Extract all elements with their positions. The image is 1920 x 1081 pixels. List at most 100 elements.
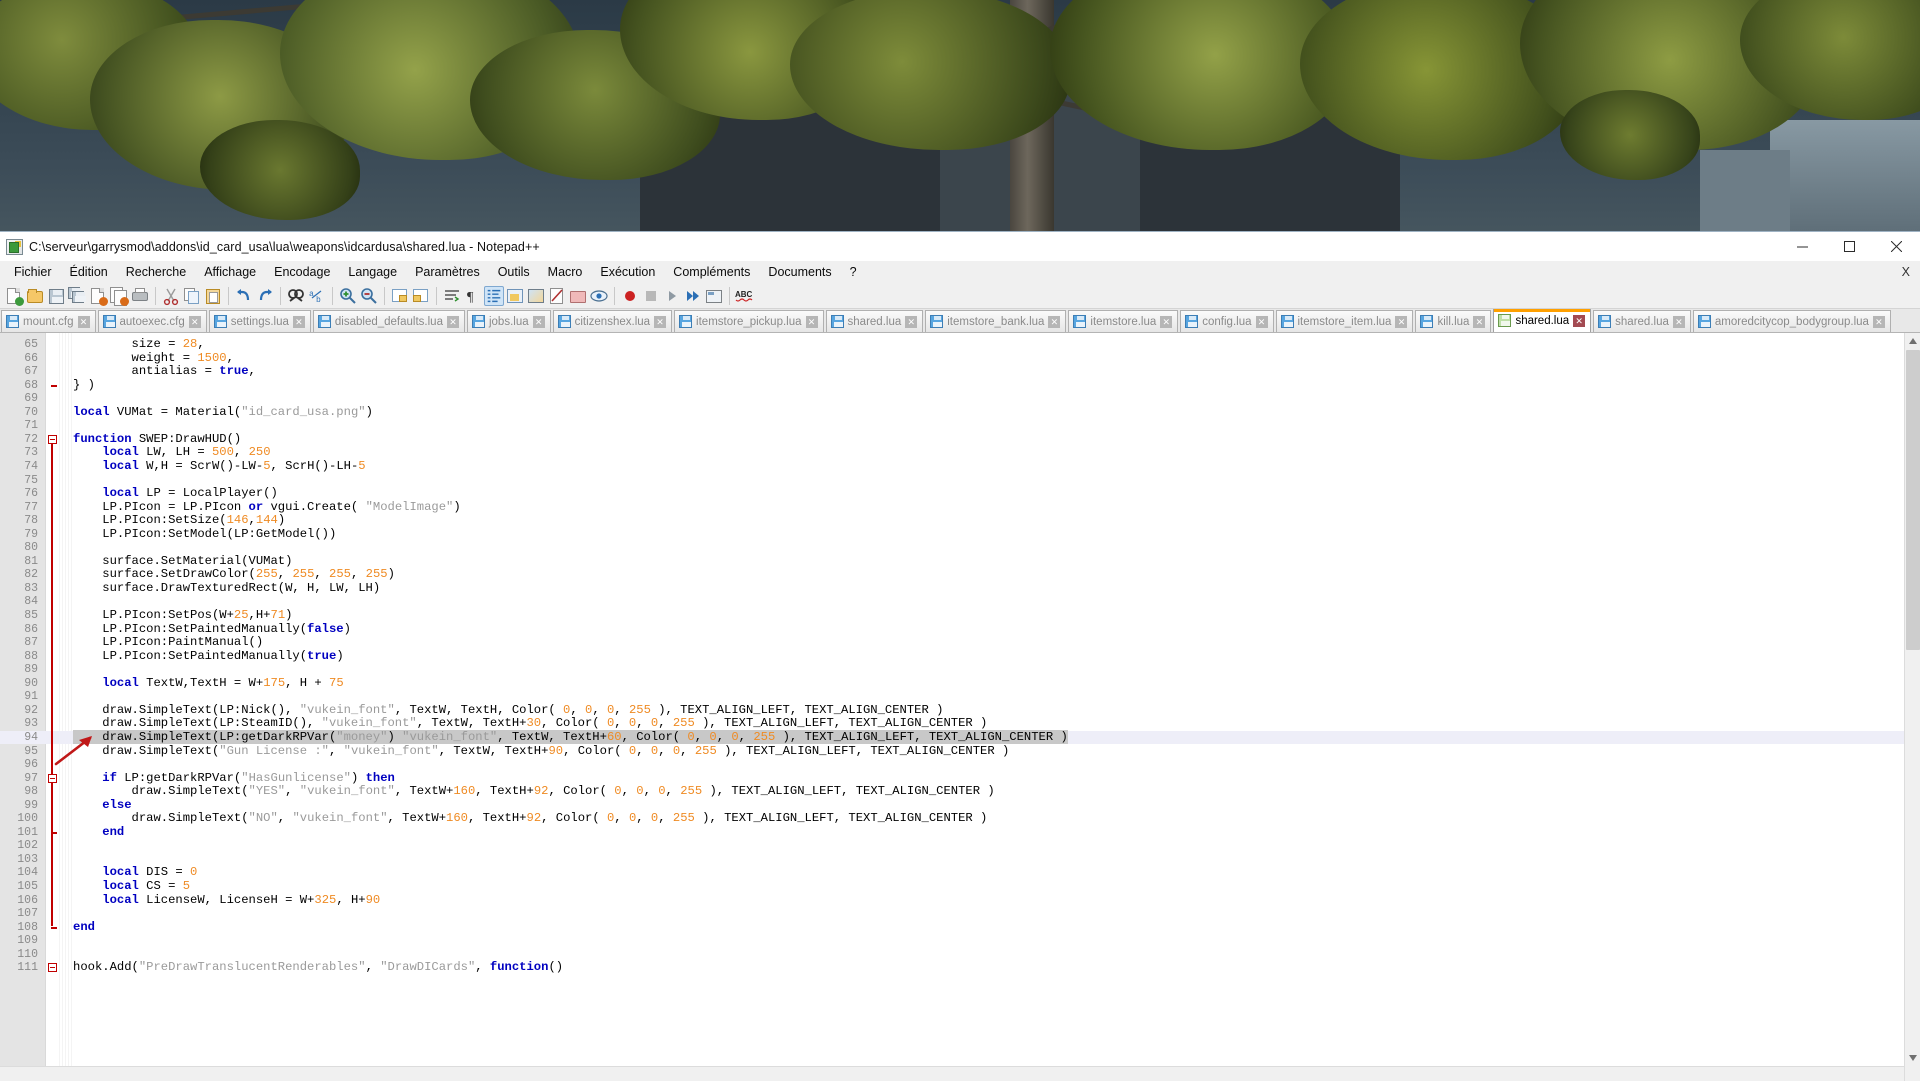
tab-close-icon[interactable]: ✕ xyxy=(77,315,90,328)
code-line-74[interactable]: 74 local W,H = ScrW()-LW-5, ScrH()-LH-5 xyxy=(0,459,1920,474)
code-line-89[interactable]: 89 xyxy=(0,663,1920,677)
code-line-73[interactable]: 73 local LW, LH = 500, 250 xyxy=(0,446,1920,460)
code-line-85[interactable]: 85 LP.PIcon:SetPos(W+25,H+71) xyxy=(0,608,1920,623)
code-line-97[interactable]: 97 if LP:getDarkRPVar("HasGunlicense") t… xyxy=(0,771,1920,786)
code-line-83[interactable]: 83 surface.DrawTexturedRect(W, H, LW, LH… xyxy=(0,581,1920,596)
tab-close-icon[interactable]: ✕ xyxy=(188,315,201,328)
code-line-94[interactable]: 94 draw.SimpleText(LP:getDarkRPVar("mone… xyxy=(0,729,1920,745)
code-line-82[interactable]: 82 surface.SetDrawColor(255, 255, 255, 2… xyxy=(0,568,1920,582)
code-line-109[interactable]: 109 xyxy=(0,934,1920,948)
fold-toggle-72[interactable] xyxy=(48,434,57,444)
code-line-86[interactable]: 86 LP.PIcon:SetPaintedManually(false) xyxy=(0,622,1920,637)
code-line-88[interactable]: 88 LP.PIcon:SetPaintedManually(true) xyxy=(0,649,1920,664)
code-line-108[interactable]: 108 end xyxy=(0,920,1920,935)
code-line-78[interactable]: 78 LP.PIcon:SetSize(146,144) xyxy=(0,513,1920,528)
code-line-95[interactable]: 95 draw.SimpleText("Gun License :", "vuk… xyxy=(0,744,1920,759)
close-button[interactable] xyxy=(1873,232,1920,261)
folder-as-workspace-icon[interactable] xyxy=(589,286,609,306)
user-defined-dialog-icon[interactable] xyxy=(505,286,525,306)
tab-kill-lua-12[interactable]: kill.lua ✕ xyxy=(1415,310,1492,332)
tab-close-icon[interactable]: ✕ xyxy=(654,315,667,328)
tab-close-icon[interactable]: ✕ xyxy=(1255,315,1268,328)
tab-close-icon[interactable]: ✕ xyxy=(292,315,305,328)
code-line-80[interactable]: 80 xyxy=(0,541,1920,555)
open-file-icon[interactable] xyxy=(25,286,45,306)
close-document-button[interactable]: X xyxy=(1902,265,1910,279)
vertical-scroll-thumb[interactable] xyxy=(1906,350,1920,650)
code-line-77[interactable]: 77 LP.PIcon = LP.PIcon or vgui.Create( "… xyxy=(0,500,1920,515)
menu-item-documents[interactable]: Documents xyxy=(759,263,840,281)
scroll-up-button[interactable] xyxy=(1905,333,1920,349)
code-line-68[interactable]: 68} ) xyxy=(0,378,1920,393)
save-macro-icon[interactable] xyxy=(704,286,724,306)
menu-item-affichage[interactable]: Affichage xyxy=(195,263,265,281)
minimize-button[interactable] xyxy=(1779,232,1826,261)
tab-citizenshex-lua-5[interactable]: citizenshex.lua ✕ xyxy=(552,310,673,332)
document-map-icon[interactable] xyxy=(547,286,567,306)
code-line-65[interactable]: 65 size = 28, xyxy=(0,337,1920,352)
tab-itemstore-bank-lua-8[interactable]: itemstore_bank.lua ✕ xyxy=(925,310,1067,332)
new-file-icon[interactable] xyxy=(4,286,24,306)
code-line-81[interactable]: 81 surface.SetMaterial(VUMat) xyxy=(0,554,1920,569)
tab-itemstore-lua-9[interactable]: itemstore.lua ✕ xyxy=(1068,310,1179,332)
tab-itemstore-pickup-lua-6[interactable]: itemstore_pickup.lua ✕ xyxy=(674,310,824,332)
code-lines[interactable]: 65 size = 28, 66 weight = 1500, 67 antiali… xyxy=(0,333,1920,1081)
menu-item-execution[interactable]: Exécution xyxy=(591,263,664,281)
record-macro-icon[interactable] xyxy=(620,286,640,306)
tab-close-icon[interactable]: ✕ xyxy=(532,315,545,328)
tab-amoredcitycop-bodygroup-lua-15[interactable]: amoredcitycop_bodygroup.lua ✕ xyxy=(1692,310,1891,332)
tab-mount-cfg-0[interactable]: mount.cfg ✕ xyxy=(1,310,96,332)
cut-icon[interactable] xyxy=(161,286,181,306)
sync-vertical-icon[interactable] xyxy=(390,286,410,306)
tab-close-icon[interactable]: ✕ xyxy=(1672,315,1685,328)
code-line-84[interactable]: 84 xyxy=(0,595,1920,609)
tab-close-icon[interactable]: ✕ xyxy=(1872,315,1885,328)
print-icon[interactable] xyxy=(130,286,150,306)
zoom-in-icon[interactable] xyxy=(338,286,358,306)
code-editor[interactable]: 65 size = 28, 66 weight = 1500, 67 antiali… xyxy=(0,333,1920,1081)
vertical-scrollbar[interactable] xyxy=(1904,333,1920,1081)
code-line-104[interactable]: 104 local DIS = 0 xyxy=(0,866,1920,880)
tab-close-icon[interactable]: ✕ xyxy=(905,315,918,328)
tab-close-icon[interactable]: ✕ xyxy=(1160,315,1173,328)
code-line-72[interactable]: 72 function SWEP:DrawHUD() xyxy=(0,432,1920,447)
code-line-91[interactable]: 91 xyxy=(0,690,1920,704)
fold-toggle-97[interactable] xyxy=(48,773,57,783)
code-line-103[interactable]: 103 xyxy=(0,853,1920,867)
code-line-70[interactable]: 70 local VUMat = Material("id_card_usa.pn… xyxy=(0,405,1920,420)
save-all-icon[interactable] xyxy=(67,286,87,306)
menu-item-help[interactable]: ? xyxy=(841,263,866,281)
code-line-92[interactable]: 92 draw.SimpleText(LP:Nick(), "vukein_fo… xyxy=(0,703,1920,718)
tab-close-icon[interactable]: ✕ xyxy=(1573,314,1586,327)
menu-item-recherche[interactable]: Recherche xyxy=(117,263,195,281)
menu-item-encodage[interactable]: Encodage xyxy=(265,263,339,281)
title-bar[interactable]: C:\serveur\garrysmod\addons\id_card_usa\… xyxy=(0,232,1920,261)
tab-shared-lua-14[interactable]: shared.lua ✕ xyxy=(1593,310,1691,332)
code-line-111[interactable]: 111 hook.Add("PreDrawTranslucentRenderabl… xyxy=(0,961,1920,975)
menu-item-fichier[interactable]: Fichier xyxy=(5,263,61,281)
show-all-chars-icon[interactable]: ¶ xyxy=(463,286,483,306)
close-all-icon[interactable] xyxy=(109,286,129,306)
word-wrap-icon[interactable] xyxy=(442,286,462,306)
menu-item-edition[interactable]: Édition xyxy=(61,263,117,281)
tab-shared-lua-7[interactable]: shared.lua ✕ xyxy=(825,310,924,332)
paste-icon[interactable] xyxy=(203,286,223,306)
tab-close-icon[interactable]: ✕ xyxy=(1473,315,1486,328)
tab-close-icon[interactable]: ✕ xyxy=(1048,315,1061,328)
code-line-102[interactable]: 102 xyxy=(0,839,1920,853)
code-line-71[interactable]: 71 xyxy=(0,419,1920,433)
code-line-75[interactable]: 75 xyxy=(0,474,1920,488)
tab-close-icon[interactable]: ✕ xyxy=(1395,315,1408,328)
tab-config-lua-10[interactable]: config.lua ✕ xyxy=(1180,310,1274,332)
code-line-105[interactable]: 105 local CS = 5 xyxy=(0,879,1920,894)
code-line-96[interactable]: 96 xyxy=(0,758,1920,772)
code-line-90[interactable]: 90 local TextW,TextH = W+175, H + 75 xyxy=(0,676,1920,691)
tab-close-icon[interactable]: ✕ xyxy=(805,315,818,328)
playback-macro-icon[interactable] xyxy=(662,286,682,306)
code-line-93[interactable]: 93 draw.SimpleText(LP:SteamID(), "vukein… xyxy=(0,717,1920,731)
tab-settings-lua-2[interactable]: settings.lua ✕ xyxy=(208,310,311,332)
code-line-110[interactable]: 110 xyxy=(0,948,1920,962)
code-line-79[interactable]: 79 LP.PIcon:SetModel(LP:GetModel()) xyxy=(0,527,1920,542)
code-line-76[interactable]: 76 local LP = LocalPlayer() xyxy=(0,486,1920,501)
code-line-87[interactable]: 87 LP.PIcon:PaintManual() xyxy=(0,636,1920,650)
